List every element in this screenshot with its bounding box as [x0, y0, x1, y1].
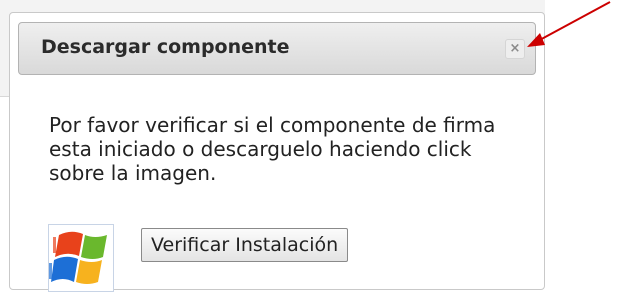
dialog-message: Por favor verificar si el componente de … [49, 113, 496, 185]
page: Descargar componente × Por favor verific… [0, 0, 618, 296]
installer-download-image[interactable] [48, 224, 114, 292]
download-component-dialog: Descargar componente × Por favor verific… [9, 12, 545, 292]
verify-installation-button[interactable]: Verificar Instalación [141, 228, 349, 262]
windows-logo-icon [49, 225, 113, 291]
dialog-title: Descargar componente [41, 36, 290, 58]
close-button[interactable]: × [505, 39, 525, 59]
dialog-header: Descargar componente × [18, 22, 536, 75]
